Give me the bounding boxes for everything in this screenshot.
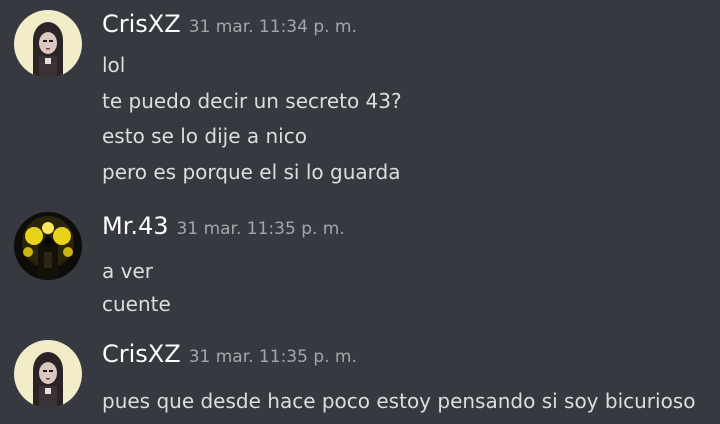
message-text: te puedo decir un secreto 43?: [102, 89, 402, 113]
timestamp[interactable]: 31 mar. 11:35 p. m.: [177, 219, 345, 239]
message-text: esto se lo dije a nico: [102, 124, 307, 148]
anime-girl-avatar-icon: [14, 10, 82, 78]
message-header: CrisXZ 31 mar. 11:35 p. m.: [102, 340, 357, 376]
avatar[interactable]: [14, 212, 82, 280]
message-header: Mr.43 31 mar. 11:35 p. m.: [102, 212, 345, 248]
avatar[interactable]: [14, 340, 82, 408]
message-header: CrisXZ 31 mar. 11:34 p. m.: [102, 10, 357, 46]
message-text: a ver: [102, 259, 153, 283]
timestamp[interactable]: 31 mar. 11:34 p. m.: [189, 17, 357, 37]
message-text: pero es porque el si lo guarda: [102, 160, 401, 184]
username[interactable]: Mr.43: [102, 212, 169, 240]
anime-girl-avatar-icon: [14, 340, 82, 408]
avatar[interactable]: [14, 10, 82, 78]
message-text: cuente: [102, 292, 171, 316]
username[interactable]: CrisXZ: [102, 340, 181, 368]
dark-figure-yellow-glow-avatar-icon: [14, 212, 82, 280]
message-text: lol: [102, 53, 126, 77]
timestamp[interactable]: 31 mar. 11:35 p. m.: [189, 347, 357, 367]
username[interactable]: CrisXZ: [102, 10, 181, 38]
message-text: pues que desde hace poco estoy pensando …: [102, 389, 696, 413]
chat-message-list: CrisXZ 31 mar. 11:34 p. m. lol te puedo d…: [0, 0, 720, 424]
